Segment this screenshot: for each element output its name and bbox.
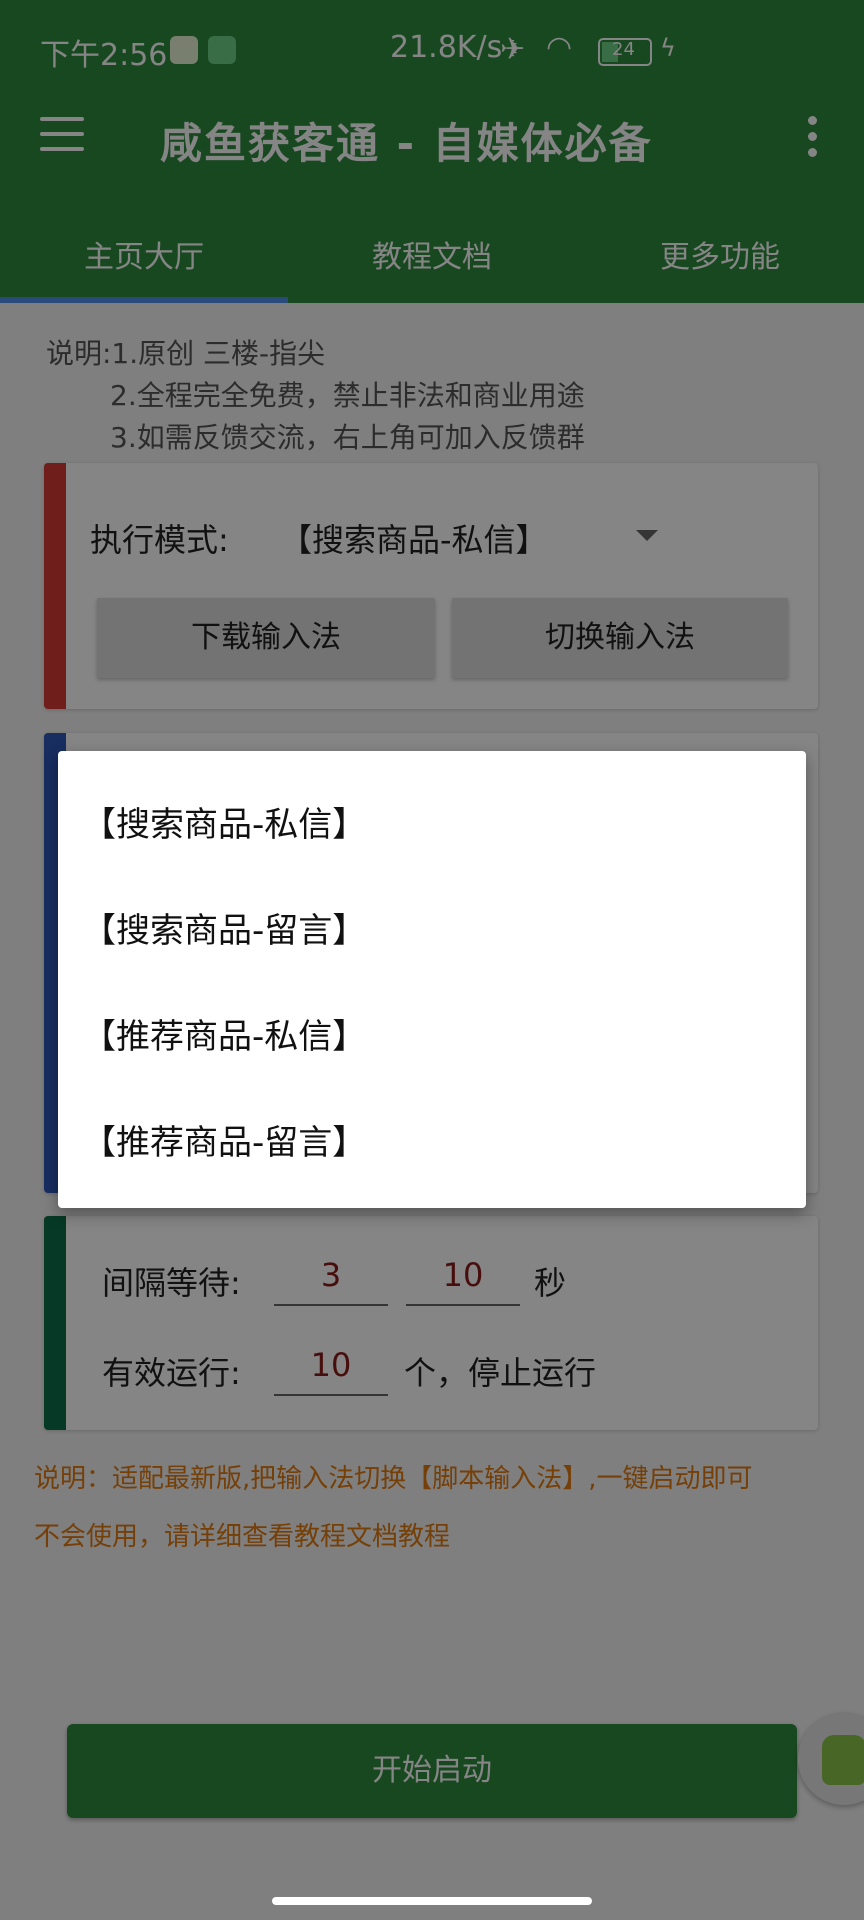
option-recommend-message[interactable]: 【推荐商品-私信】 (82, 1009, 366, 1058)
home-indicator[interactable] (272, 1897, 592, 1905)
option-recommend-comment[interactable]: 【推荐商品-留言】 (82, 1115, 366, 1164)
option-search-message[interactable]: 【搜索商品-私信】 (82, 797, 366, 846)
mode-options-dialog: 【搜索商品-私信】 【搜索商品-留言】 【推荐商品-私信】 【推荐商品-留言】 (58, 751, 806, 1208)
option-search-comment[interactable]: 【搜索商品-留言】 (82, 903, 366, 952)
